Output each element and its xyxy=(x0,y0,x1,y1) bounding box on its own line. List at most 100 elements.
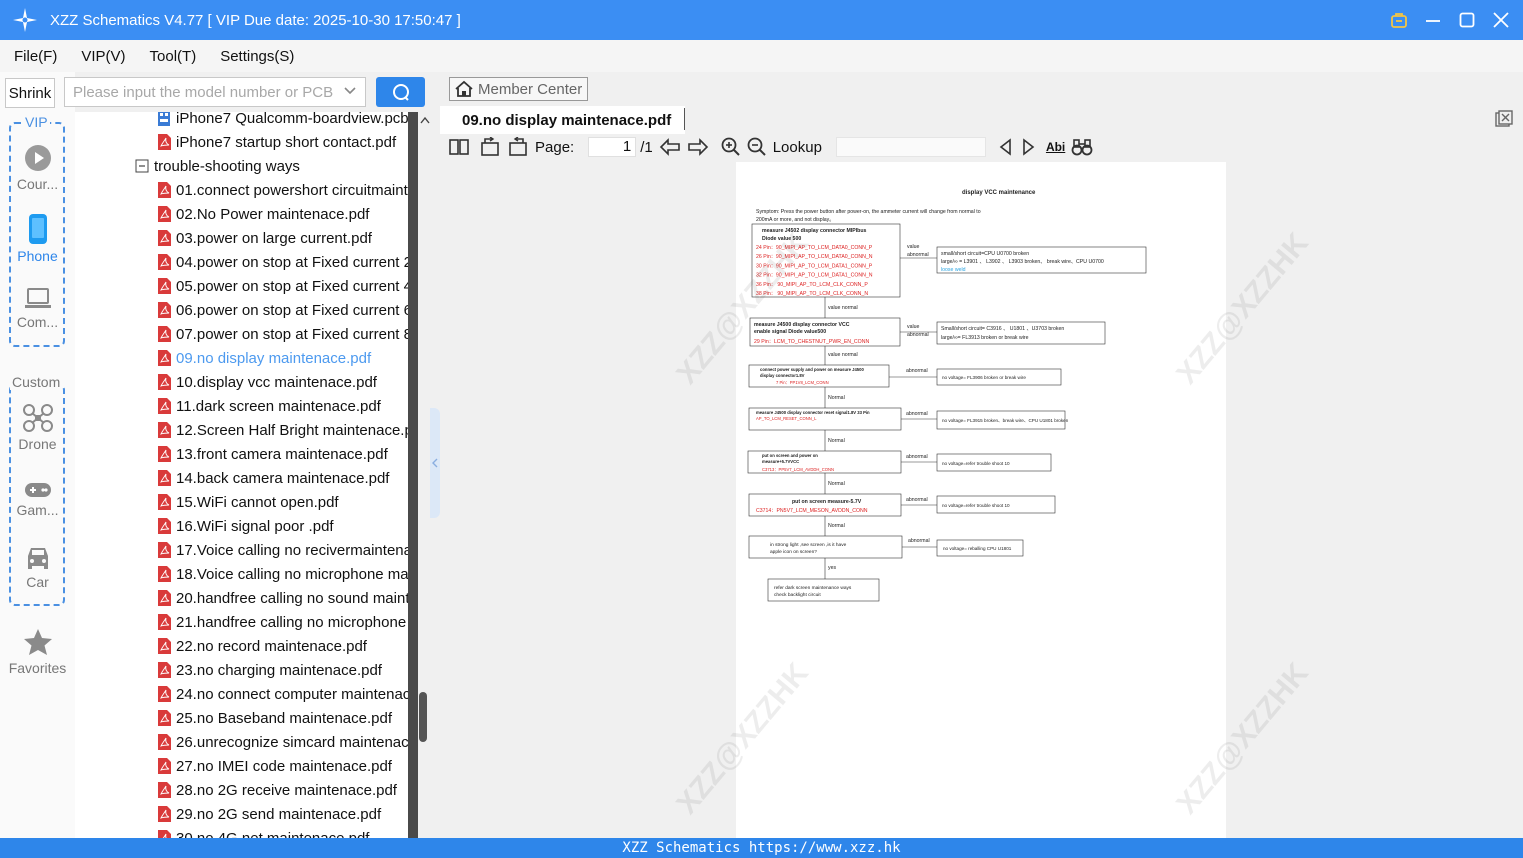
tree-item[interactable]: 20.handfree calling no sound maintenace.… xyxy=(157,586,408,610)
branch3-label: abnormal xyxy=(906,368,928,374)
nav-gaming[interactable]: Gam... xyxy=(0,482,75,518)
close-tab-icon[interactable] xyxy=(1495,110,1513,128)
tree-item[interactable]: 21.handfree calling no microphone mainte… xyxy=(157,610,408,634)
box6-line: C3714：PN5V7_LCM_MESON_AVDDN_CONN xyxy=(756,508,868,514)
tree-item[interactable]: 01.connect powershort circuitmaintenance… xyxy=(157,178,408,202)
page-number-input[interactable]: 1 xyxy=(588,137,637,157)
tree-item[interactable]: 14.back camera maintenace.pdf xyxy=(157,466,389,490)
branch6-label: abnormal xyxy=(906,497,928,503)
tree-item[interactable]: 04.power on stop at Fixed current 2 xyxy=(157,250,408,274)
tree-folder[interactable]: trouble-shooting ways xyxy=(135,154,300,178)
tree-item[interactable]: 13.front camera maintenace.pdf xyxy=(157,442,388,466)
shrink-button[interactable]: Shrink xyxy=(5,78,55,108)
doc-heading: display VCC maintenance xyxy=(962,190,1036,196)
collapse-toggle-icon[interactable] xyxy=(135,158,149,174)
nav-computer[interactable]: Com... xyxy=(0,288,75,330)
pdf-file-icon xyxy=(158,182,171,198)
tree-item[interactable]: 18.Voice calling no microphone maintenac… xyxy=(157,562,408,586)
zoom-out-icon[interactable] xyxy=(747,137,767,157)
custom-group-label: Custom xyxy=(10,374,63,390)
rotate-right-icon[interactable] xyxy=(507,137,529,157)
branch4-label: abnormal xyxy=(906,411,928,417)
two-page-icon[interactable] xyxy=(449,138,469,156)
tree-item[interactable]: 17.Voice calling no recivermaintenace.pd… xyxy=(157,538,408,562)
tree-scrollbar[interactable] xyxy=(408,112,430,838)
nav-car[interactable]: Car xyxy=(0,546,75,590)
branch5-label: abnormal xyxy=(906,454,928,460)
vip-bag-icon[interactable] xyxy=(1389,10,1409,30)
menu-tool[interactable]: Tool(T) xyxy=(146,48,201,65)
tree-item-label: 27.no IMEI code maintenace.pdf xyxy=(176,757,392,775)
pdf-viewer[interactable]: display VCC maintenance Symptom: Press t… xyxy=(440,162,1523,838)
collapse-arrow-icon[interactable] xyxy=(430,408,440,518)
find-next-icon[interactable] xyxy=(1020,138,1036,156)
zoom-in-icon[interactable] xyxy=(721,137,741,157)
binoculars-icon[interactable] xyxy=(1071,138,1093,156)
tree-item-label: 01.connect powershort circuitmaintenance… xyxy=(176,181,408,199)
tree-item[interactable]: 09.no display maintenace.pdf xyxy=(157,346,371,370)
member-center-button[interactable]: Member Center xyxy=(449,77,588,101)
menu-vip[interactable]: VIP(V) xyxy=(77,48,129,65)
prev-page-icon[interactable] xyxy=(659,138,681,156)
tree-item[interactable]: 29.no 2G send maintenace.pdf xyxy=(157,802,381,826)
nav-courses[interactable]: Cour... xyxy=(0,144,75,192)
pdf-file-icon xyxy=(158,830,171,838)
tree-item[interactable]: 16.WiFi signal poor .pdf xyxy=(157,514,334,538)
tree-item[interactable]: 03.power on large current.pdf xyxy=(157,226,372,250)
chevron-down-icon[interactable] xyxy=(343,84,357,98)
menu-file[interactable]: File(F) xyxy=(10,48,61,65)
nav-drone[interactable]: Drone xyxy=(0,404,75,452)
tree-item[interactable]: 12.Screen Half Bright maintenace.pdf xyxy=(157,418,408,442)
search-placeholder: Please input the model number or PCB xyxy=(73,83,334,101)
rotate-left-icon[interactable] xyxy=(479,137,501,157)
vip-group-label: VIP xyxy=(23,114,50,130)
find-prev-icon[interactable] xyxy=(998,138,1014,156)
scrollbar-thumb[interactable] xyxy=(419,692,427,742)
tree-item[interactable]: 24.no connect computer maintenace.pdf xyxy=(157,682,408,706)
scrollbar-track xyxy=(408,112,418,838)
tree-item-label: 28.no 2G receive maintenace.pdf xyxy=(176,781,397,799)
nav-favorites[interactable]: Favorites xyxy=(0,628,75,676)
pdf-file-icon xyxy=(158,470,171,486)
tree-item[interactable]: 07.power on stop at Fixed current 8 xyxy=(157,322,408,346)
pdf-file-icon xyxy=(158,590,171,606)
minimize-button[interactable] xyxy=(1423,10,1443,30)
normal3: Normal xyxy=(828,395,845,401)
tree-item[interactable]: 10.display vcc maintenace.pdf xyxy=(157,370,377,394)
tree-item[interactable]: 25.no Baseband maintenace.pdf xyxy=(157,706,392,730)
tree-item[interactable]: 26.unrecognize simcard maintenace.pdf xyxy=(157,730,408,754)
tree-item[interactable]: 28.no 2G receive maintenace.pdf xyxy=(157,778,397,802)
tree-item[interactable]: iPhone7 Qualcomm-boardview.pcb xyxy=(157,112,408,130)
tree-item[interactable]: 27.no IMEI code maintenace.pdf xyxy=(157,754,392,778)
tree-item[interactable]: 23.no charging maintenace.pdf xyxy=(157,658,382,682)
tree-item-label: 05.power on stop at Fixed current 4 xyxy=(176,277,408,295)
tree-item[interactable]: 06.power on stop at Fixed current 6 xyxy=(157,298,408,322)
next-page-icon[interactable] xyxy=(687,138,709,156)
tree-item[interactable]: 15.WiFi cannot open.pdf xyxy=(157,490,339,514)
yes-label: yes xyxy=(828,565,836,571)
tree-item-label: 07.power on stop at Fixed current 8 xyxy=(176,325,408,343)
tree-item[interactable]: 22.no record maintenace.pdf xyxy=(157,634,367,658)
tree-item[interactable]: 11.dark screen maintenace.pdf xyxy=(157,394,381,418)
result4: no voltage= FL3915 broken、break wire、CPU… xyxy=(942,418,1069,423)
panel-splitter[interactable] xyxy=(430,408,440,518)
nav-phone[interactable]: Phone xyxy=(0,214,75,264)
document-area: Member Center 09.no display maintenace.p… xyxy=(440,72,1523,838)
match-case-icon[interactable]: Abi xyxy=(1046,140,1065,154)
tree-item[interactable]: 02.No Power maintenace.pdf xyxy=(157,202,369,226)
pdf-file-icon xyxy=(158,278,171,294)
search-button[interactable] xyxy=(376,77,425,107)
menu-settings[interactable]: Settings(S) xyxy=(216,48,298,65)
model-search-input[interactable]: Please input the model number or PCB xyxy=(64,77,366,107)
tree-item-label: 20.handfree calling no sound maintenace.… xyxy=(176,589,408,607)
tab-active-document[interactable]: 09.no display maintenace.pdf xyxy=(440,106,685,134)
tree-item[interactable]: 30.no 4G net maintenace.pdf xyxy=(157,826,369,838)
maximize-button[interactable] xyxy=(1457,10,1477,30)
tree-item[interactable]: iPhone7 startup short contact.pdf xyxy=(157,130,396,154)
scroll-up-icon[interactable] xyxy=(420,116,430,124)
close-button[interactable] xyxy=(1491,10,1511,30)
status-footer: XZZ Schematics https://www.xzz.hk xyxy=(0,838,1523,858)
lookup-input[interactable] xyxy=(835,137,986,157)
tree-item[interactable]: 05.power on stop at Fixed current 4 xyxy=(157,274,408,298)
result5: no voltage=refer trouble shoot 10 xyxy=(942,461,1010,466)
